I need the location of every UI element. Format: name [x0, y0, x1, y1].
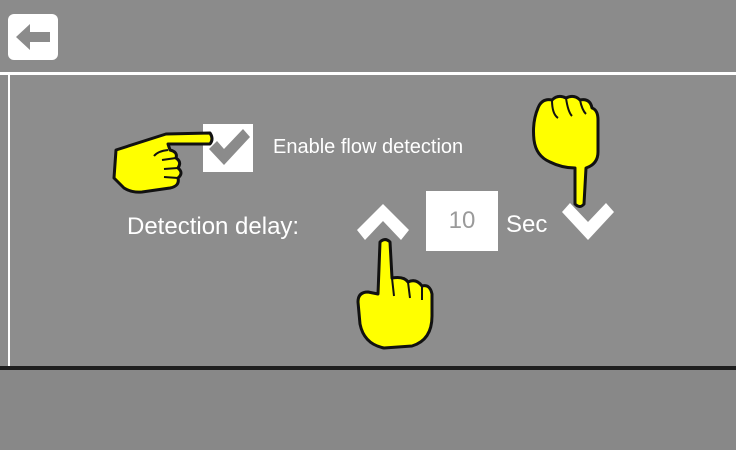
pointing-hand-icon: [356, 238, 434, 350]
top-bar: [0, 0, 736, 74]
detection-delay-label: Detection delay:: [127, 213, 300, 240]
footer-bar: [0, 370, 736, 450]
flow-detection-label[interactable]: Enable flow detection: [273, 136, 463, 159]
delay-unit-label: Sec: [506, 211, 548, 238]
pointing-hand-icon: [112, 131, 214, 194]
delay-value: 10: [448, 207, 476, 234]
panel-border: [8, 75, 10, 367]
pointing-hand-icon: [532, 94, 600, 208]
back-button[interactable]: [8, 14, 58, 60]
back-arrow-icon: [16, 24, 50, 50]
